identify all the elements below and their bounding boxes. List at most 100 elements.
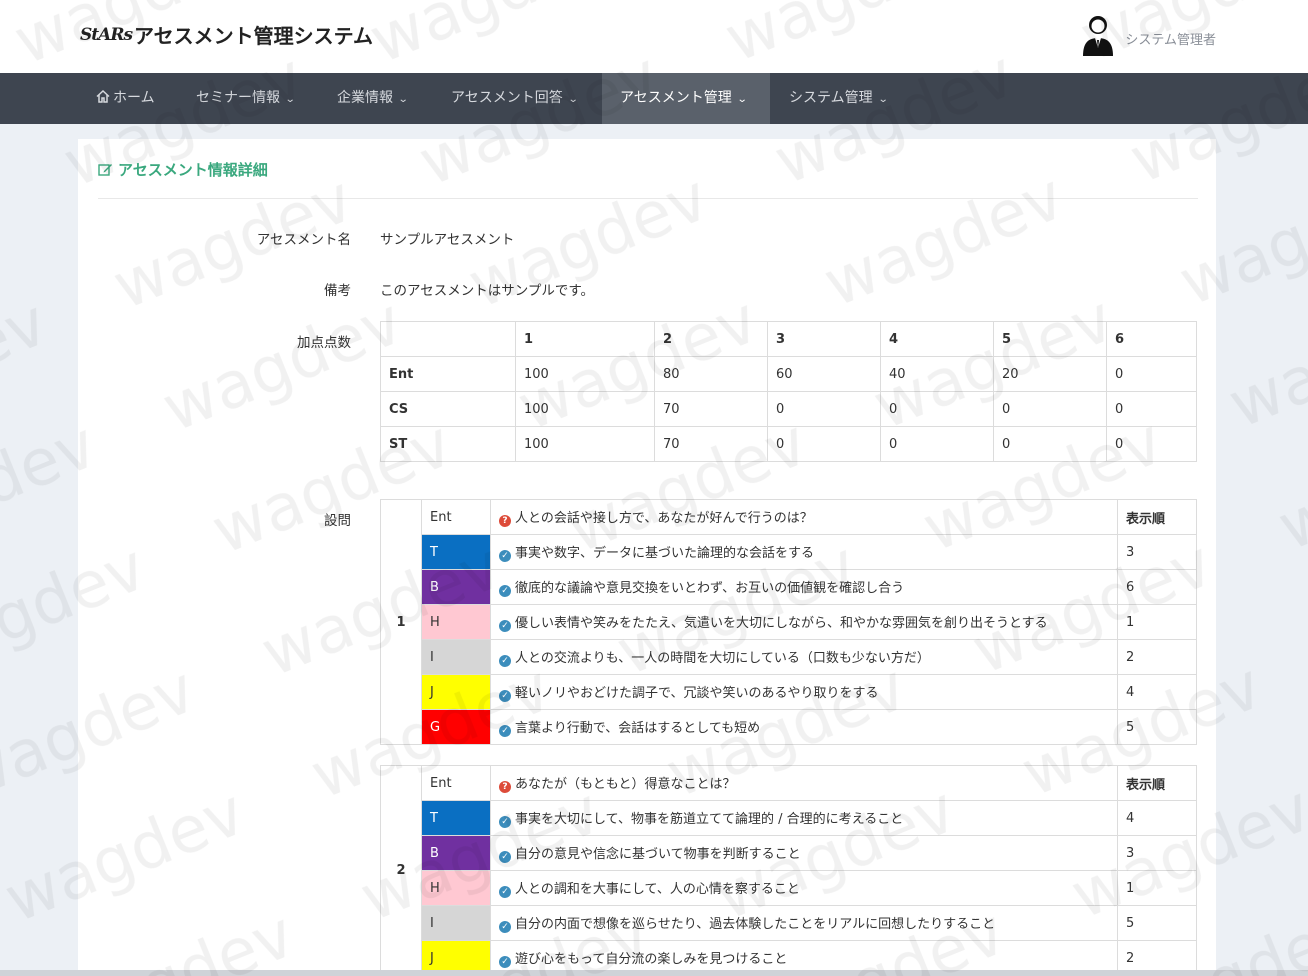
- choice-type: H: [421, 870, 491, 906]
- table-row: G ✓ 言葉より行動で、会話はするとしても短め 5: [381, 709, 1197, 745]
- question-text: あなたが（もともと）得意なことは？: [515, 777, 736, 792]
- choice-text: 遊び心をもって自分流の楽しみを見つけること: [515, 952, 788, 967]
- choice-order: 5: [1117, 905, 1197, 941]
- questions-label: 設問: [324, 513, 351, 529]
- nav-home[interactable]: ホーム: [86, 73, 165, 124]
- content-panel: アセスメント情報詳細 アセスメント名 サンプルアセスメント 備考 このアセスメン…: [78, 139, 1216, 976]
- choice-text: 人との交流よりも、一人の時間を大切にしている（口数も少ない方だ）: [515, 651, 930, 666]
- choice-order: 5: [1117, 709, 1197, 745]
- choice-text-cell: ✓ 人との調和を大事にして、人の心情を察すること: [490, 870, 1118, 906]
- user-name: システム管理者: [1125, 32, 1216, 48]
- chevron-down-icon: ⌄: [397, 94, 409, 105]
- choice-text-cell: ✓ 徹底的な議論や意見交換をいとわず、お互いの価値観を確認し合う: [490, 569, 1118, 605]
- page-title: アセスメント情報詳細: [98, 159, 268, 180]
- score-header-cell: 1: [515, 321, 655, 357]
- order-header: 表示順: [1117, 499, 1197, 535]
- nav-system[interactable]: システム管理 ⌄: [778, 73, 898, 124]
- logo-mark: StARs: [80, 24, 133, 45]
- question-category: Ent: [421, 765, 491, 801]
- table-row: B ✓ 徹底的な議論や意見交換をいとわず、お互いの価値観を確認し合う 6: [381, 569, 1197, 605]
- check-circle-icon: ✓: [499, 816, 511, 828]
- choice-text: 自分の意見や信念に基づいて物事を判断すること: [515, 847, 801, 862]
- score-table-header: 1 2 3 4 5 6: [380, 321, 1197, 357]
- page-title-text: アセスメント情報詳細: [118, 161, 268, 179]
- choice-text-cell: ✓ 人との交流よりも、一人の時間を大切にしている（口数も少ない方だ）: [490, 639, 1118, 675]
- table-row: H ✓ 優しい表情や笑みをたたえ、気遣いを大切にしながら、和やかな雰囲気を創り出そ…: [381, 604, 1197, 640]
- chevron-down-icon: ⌄: [736, 94, 748, 105]
- score-cell: 70: [654, 426, 768, 462]
- table-row: I ✓ 自分の内面で想像を巡らせたり、過去体験したことをリアルに回想したりすること…: [381, 905, 1197, 941]
- choice-order: 3: [1117, 835, 1197, 871]
- choice-order: 6: [1117, 569, 1197, 605]
- score-cell: 0: [1106, 356, 1197, 392]
- score-cell: 0: [1106, 426, 1197, 462]
- question-text-cell: ? あなたが（もともと）得意なことは？: [490, 765, 1118, 801]
- note-label: 備考: [324, 283, 351, 299]
- app-title: アセスメント管理システム: [134, 24, 374, 48]
- check-circle-icon: ✓: [499, 886, 511, 898]
- choice-type: T: [421, 800, 491, 836]
- score-cell: 80: [654, 356, 768, 392]
- score-table: 1 2 3 4 5 6 Ent 100 80 60 40 20 0 CS 100…: [380, 321, 1197, 462]
- table-row: T ✓ 事実や数字、データに基づいた論理的な会話をする 3: [381, 534, 1197, 570]
- score-cell: 100: [515, 356, 655, 392]
- choice-type: H: [421, 604, 491, 640]
- check-circle-icon: ✓: [499, 550, 511, 562]
- score-header-cell: 5: [993, 321, 1107, 357]
- score-row-label: ST: [380, 426, 516, 462]
- main-nav: ホーム セミナー情報 ⌄ 企業情報 ⌄ アセスメント回答 ⌄ アセスメント管理 ⌄ シス…: [0, 73, 1308, 124]
- score-cell: 20: [993, 356, 1107, 392]
- nav-assessment-answer[interactable]: アセスメント回答 ⌄: [440, 73, 588, 124]
- score-row-label: CS: [380, 391, 516, 427]
- choice-type: I: [421, 639, 491, 675]
- choice-text: 自分の内面で想像を巡らせたり、過去体験したことをリアルに回想したりすること: [515, 917, 996, 932]
- score-header-cell: [380, 321, 516, 357]
- score-header-cell: 4: [880, 321, 994, 357]
- check-circle-icon: ✓: [499, 921, 511, 933]
- nav-assessment-management[interactable]: アセスメント管理 ⌄: [602, 73, 770, 124]
- choice-text-cell: ✓ 自分の内面で想像を巡らせたり、過去体験したことをリアルに回想したりすること: [490, 905, 1118, 941]
- table-row: Ent 100 80 60 40 20 0: [380, 356, 1197, 392]
- score-header-cell: 6: [1106, 321, 1197, 357]
- choice-order: 1: [1117, 870, 1197, 906]
- question-icon: ?: [499, 781, 511, 793]
- table-row: T ✓ 事実を大切にして、物事を筋道立てて論理的 / 合理的に考えること 4: [381, 800, 1197, 836]
- check-circle-icon: ✓: [499, 725, 511, 737]
- question-icon: ?: [499, 515, 511, 527]
- score-cell: 0: [767, 391, 881, 427]
- nav-company[interactable]: 企業情報 ⌄: [326, 73, 418, 124]
- check-circle-icon: ✓: [499, 690, 511, 702]
- choice-text: 事実や数字、データに基づいた論理的な会話をする: [515, 546, 815, 561]
- chevron-down-icon: ⌄: [567, 94, 579, 105]
- nav-seminar[interactable]: セミナー情報 ⌄: [185, 73, 305, 124]
- table-row: I ✓ 人との交流よりも、一人の時間を大切にしている（口数も少ない方だ） 2: [381, 639, 1197, 675]
- choice-order: 4: [1117, 800, 1197, 836]
- check-circle-icon: ✓: [499, 956, 511, 968]
- score-cell: 0: [880, 391, 994, 427]
- score-header-cell: 3: [767, 321, 881, 357]
- top-header: StARs アセスメント管理システム システム管理者: [0, 0, 1308, 73]
- question-header-row: 2 Ent ? あなたが（もともと）得意なことは？ 表示順: [380, 765, 1197, 976]
- nav-home-label: ホーム: [113, 90, 155, 106]
- question-header-row: 1 Ent ? 人との会話や接し方で、あなたが好んで行うのは？ 表示順: [380, 499, 1197, 745]
- bottom-strip: [0, 970, 1308, 976]
- nav-system-label: システム管理: [789, 90, 873, 106]
- choice-order: 3: [1117, 534, 1197, 570]
- check-circle-icon: ✓: [499, 655, 511, 667]
- assessment-name-label: アセスメント名: [256, 232, 351, 248]
- score-cell: 60: [767, 356, 881, 392]
- score-cell: 100: [515, 426, 655, 462]
- user-menu[interactable]: システム管理者: [1081, 14, 1216, 56]
- choice-type: B: [421, 569, 491, 605]
- choice-order: 4: [1117, 674, 1197, 710]
- table-row: J ✓ 軽いノリやおどけた調子で、冗談や笑いのあるやり取りをする 4: [381, 674, 1197, 710]
- choice-text: 軽いノリやおどけた調子で、冗談や笑いのあるやり取りをする: [515, 686, 879, 701]
- nav-seminar-label: セミナー情報: [196, 90, 280, 106]
- app-logo[interactable]: StARs アセスメント管理システム: [80, 20, 373, 49]
- choice-text-cell: ✓ 事実や数字、データに基づいた論理的な会話をする: [490, 534, 1118, 570]
- score-cell: 0: [993, 391, 1107, 427]
- choice-text: 優しい表情や笑みをたたえ、気遣いを大切にしながら、和やかな雰囲気を創り出そうとす…: [515, 616, 1048, 631]
- choice-order: 1: [1117, 604, 1197, 640]
- choice-type: T: [421, 534, 491, 570]
- home-icon: [96, 89, 110, 103]
